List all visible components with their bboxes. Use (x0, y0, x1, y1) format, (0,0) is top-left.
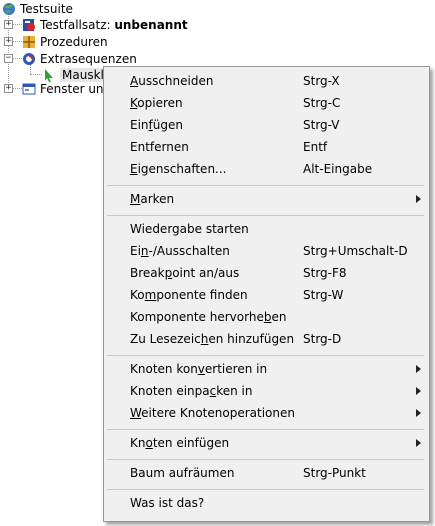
shortcut-label: Strg-F8 (303, 266, 347, 280)
globe-icon (2, 2, 16, 16)
shortcut-label: Strg-C (303, 96, 341, 110)
menu-separator (107, 429, 424, 430)
menu-item-pack-node[interactable]: Knoten einpacken in (107, 380, 426, 402)
menu-item-add-bookmark[interactable]: Zu Lesezeichen hinzufügen Strg-D (107, 328, 426, 350)
menu-item-cut[interactable]: Ausschneiden Strg-X (107, 70, 426, 92)
tree-guide-line (30, 74, 42, 75)
menu-item-marks[interactable]: Marken (107, 188, 426, 210)
tree-guide-line (12, 88, 22, 89)
shortcut-label: Alt-Eingabe (303, 162, 373, 176)
shortcut-label: Strg-X (303, 74, 340, 88)
submenu-arrow-icon (416, 195, 421, 203)
submenu-arrow-icon (416, 439, 421, 447)
testset-icon (22, 18, 36, 32)
submenu-arrow-icon (416, 365, 421, 373)
menu-item-whats-this[interactable]: Was ist das? (107, 492, 426, 514)
shortcut-label: Strg-W (303, 288, 344, 302)
expand-toggle[interactable]: + (4, 84, 13, 93)
tree-node-label: Extrasequenzen (40, 51, 137, 66)
tree-node-label: Fenster un (40, 81, 104, 96)
tree-guide-line (12, 58, 22, 59)
menu-separator (107, 355, 424, 356)
menu-item-properties[interactable]: Eigenschaften... Alt-Eingabe (107, 158, 426, 180)
testset-name: unbenannt (114, 17, 188, 32)
procedures-icon (22, 35, 36, 49)
menu-item-breakpoint[interactable]: Breakpoint an/aus Strg-F8 (107, 262, 426, 284)
shortcut-label: Entf (303, 140, 328, 154)
tree-node-windows[interactable]: Fenster un (22, 80, 104, 97)
menu-item-paste[interactable]: Einfügen Strg-V (107, 114, 426, 136)
extras-icon (22, 52, 36, 66)
tree-node-testset[interactable]: Testfallsatz: unbenannt (22, 16, 188, 33)
menu-item-more-node-operations[interactable]: Weitere Knotenoperationen (107, 402, 426, 424)
tree-guide-line (12, 41, 22, 42)
menu-separator (107, 489, 424, 490)
collapse-toggle[interactable]: − (4, 54, 13, 63)
menu-item-cleanup-tree[interactable]: Baum aufräumen Strg-Punkt (107, 462, 426, 484)
menu-separator (107, 459, 424, 460)
expand-toggle[interactable]: + (4, 37, 13, 46)
menu-item-insert-node[interactable]: Knoten einfügen (107, 432, 426, 454)
menu-separator (107, 185, 424, 186)
menu-item-start-replay[interactable]: Wiedergabe starten (107, 218, 426, 240)
window-icon (22, 82, 36, 96)
tree-node-label: Prozeduren (40, 34, 108, 49)
submenu-arrow-icon (416, 387, 421, 395)
testset-prefix: Testfallsatz: (40, 17, 115, 32)
tree-guide-line (12, 24, 22, 25)
menu-item-remove[interactable]: Entfernen Entf (107, 136, 426, 158)
menu-item-highlight-component[interactable]: Komponente hervorheben (107, 306, 426, 328)
menu-item-copy[interactable]: Kopieren Strg-C (107, 92, 426, 114)
tree-node-extras[interactable]: Extrasequenzen (22, 50, 137, 67)
shortcut-label: Strg-V (303, 118, 340, 132)
expand-toggle[interactable]: + (4, 20, 13, 29)
menu-item-find-component[interactable]: Komponente finden Strg-W (107, 284, 426, 306)
menu-item-toggle-enabled[interactable]: Ein-/Ausschalten Strg+Umschalt-D (107, 240, 426, 262)
submenu-arrow-icon (416, 409, 421, 417)
tree-node-procedures[interactable]: Prozeduren (22, 33, 108, 50)
menu-separator (107, 215, 424, 216)
shortcut-label: Strg-D (303, 332, 342, 346)
menu-item-convert-node[interactable]: Knoten konvertieren in (107, 358, 426, 380)
tree-node-root[interactable]: Testsuite (2, 0, 73, 17)
shortcut-label: Strg+Umschalt-D (303, 244, 408, 258)
shortcut-label: Strg-Punkt (303, 466, 366, 480)
tree-node-label: Testsuite (20, 1, 73, 16)
context-menu: Ausschneiden Strg-X Kopieren Strg-C Einf… (103, 66, 430, 522)
